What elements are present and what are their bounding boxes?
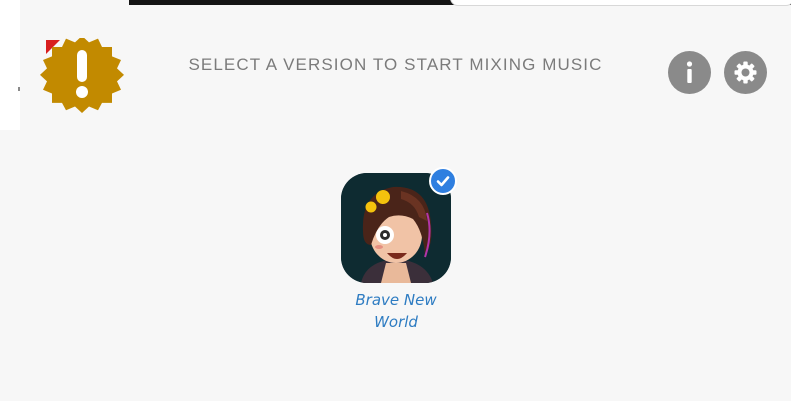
selected-check-icon — [429, 167, 457, 195]
page-title-text: SELECT A VERSION TO START MIXING MUSIC — [188, 55, 603, 74]
version-card-brave-new-world[interactable]: Brave New World — [341, 167, 459, 337]
settings-button[interactable] — [724, 51, 767, 94]
version-label-line2: World — [374, 313, 418, 331]
version-label[interactable]: Brave New World — [341, 289, 451, 333]
alert-badge-icon[interactable] — [40, 38, 126, 118]
top-pill — [450, 0, 791, 6]
left-tick-mark — [18, 87, 20, 91]
app-screen: SELECT A VERSION TO START MIXING MUSIC B… — [0, 0, 791, 401]
info-icon — [686, 61, 693, 83]
gear-icon — [734, 61, 757, 84]
version-label-line1: Brave New — [355, 291, 437, 309]
info-button[interactable] — [668, 51, 711, 94]
